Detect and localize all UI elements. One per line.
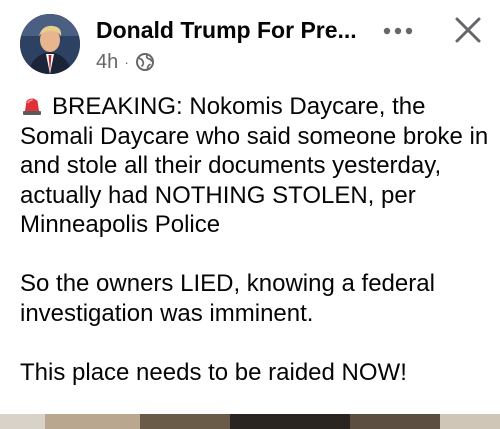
post-meta: 4h · <box>96 50 155 74</box>
post-time[interactable]: 4h <box>96 50 118 74</box>
post-body: BREAKING: Nokomis Daycare, the Somali Da… <box>20 92 490 387</box>
author-avatar[interactable] <box>20 14 80 74</box>
more-options-button[interactable] <box>376 14 420 48</box>
globe-icon[interactable] <box>135 52 155 72</box>
post-paragraph-2: So the owners LIED, knowing a federal in… <box>20 270 435 327</box>
post-paragraph-breaking: BREAKING: Nokomis Daycare, the Somali Da… <box>20 92 490 240</box>
more-horizontal-icon <box>383 27 413 35</box>
avatar-photo <box>20 14 80 74</box>
post-image-preview[interactable] <box>0 414 500 429</box>
facebook-post: Donald Trump For Pre... 4h · BREAKING: N… <box>0 0 500 429</box>
meta-separator: · <box>124 54 129 70</box>
close-button[interactable] <box>446 10 490 50</box>
close-icon <box>455 17 481 43</box>
breaking-text: BREAKING: Nokomis Daycare, the Somali Da… <box>20 93 489 238</box>
post-header: Donald Trump For Pre... 4h · <box>0 0 500 90</box>
author-name[interactable]: Donald Trump For Pre... <box>96 16 357 44</box>
siren-icon <box>20 95 44 117</box>
post-paragraph-3: This place needs to be raided NOW! <box>20 358 407 386</box>
post-image <box>0 414 500 429</box>
